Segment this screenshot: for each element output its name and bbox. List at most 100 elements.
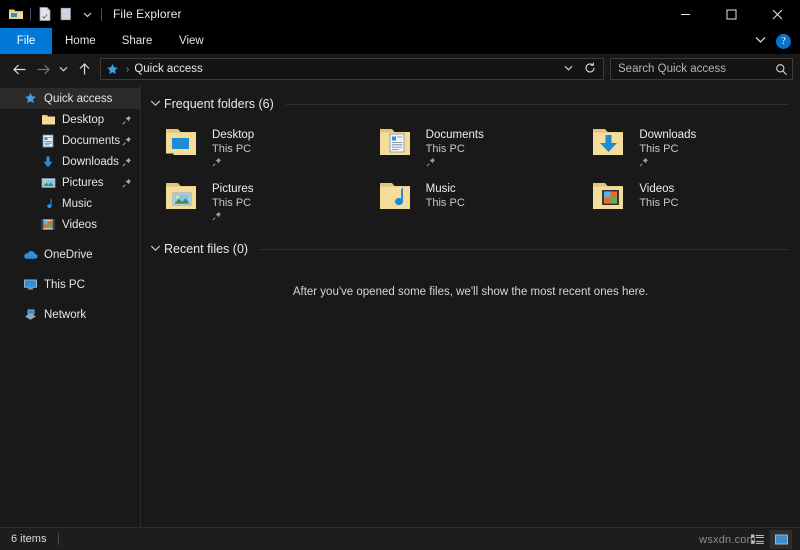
folder-location: This PC bbox=[639, 143, 679, 155]
status-separator bbox=[58, 533, 60, 545]
folder-tile-meta: Videos This PC bbox=[639, 179, 678, 210]
back-button[interactable] bbox=[7, 58, 31, 80]
ribbon-right-controls: ? bbox=[755, 28, 800, 54]
sidebar-item-pictures[interactable]: Pictures bbox=[0, 172, 140, 193]
sidebar-item-documents[interactable]: Documents bbox=[0, 130, 140, 151]
explorer-icon[interactable] bbox=[7, 5, 25, 23]
folder-music-icon bbox=[377, 179, 421, 219]
pin-icon bbox=[122, 115, 132, 125]
quick-access-star-icon bbox=[106, 63, 119, 76]
ribbon-tab-bar: File Home Share View ? bbox=[0, 28, 800, 54]
folder-name: Music bbox=[425, 183, 456, 195]
group-divider bbox=[285, 103, 788, 105]
chevron-down-icon[interactable] bbox=[150, 244, 164, 255]
address-history-chevron-icon[interactable] bbox=[558, 64, 579, 74]
tab-view[interactable]: View bbox=[165, 28, 217, 54]
folder-location: This PC bbox=[639, 197, 679, 209]
new-folder-icon[interactable] bbox=[57, 5, 75, 23]
sidebar-label: Pictures bbox=[62, 176, 104, 189]
folder-name: Pictures bbox=[212, 183, 254, 195]
folder-tile-pictures[interactable]: Pictures This PC bbox=[159, 175, 373, 229]
minimize-button[interactable] bbox=[662, 0, 708, 28]
folder-location: This PC bbox=[425, 197, 465, 209]
sidebar-label: OneDrive bbox=[44, 248, 93, 261]
group-title: Recent files (0) bbox=[164, 242, 249, 256]
properties-icon[interactable] bbox=[36, 5, 54, 23]
group-divider bbox=[260, 248, 788, 250]
refresh-icon[interactable] bbox=[579, 62, 601, 77]
this-pc-monitor-icon bbox=[22, 277, 38, 293]
folder-tile-meta: Documents This PC bbox=[426, 125, 484, 171]
tab-file[interactable]: File bbox=[0, 28, 52, 54]
file-explorer-window: File Explorer File Home Share View ? › Q… bbox=[0, 0, 800, 550]
pin-icon bbox=[426, 157, 484, 171]
folder-tile-music[interactable]: Music This PC bbox=[373, 175, 587, 229]
chevron-down-icon[interactable] bbox=[755, 36, 766, 47]
help-icon[interactable]: ? bbox=[776, 33, 791, 49]
folder-tile-desktop[interactable]: Desktop This PC bbox=[159, 121, 373, 175]
title-bar: File Explorer bbox=[0, 0, 800, 28]
pin-icon bbox=[122, 136, 132, 146]
large-icons-view-icon[interactable] bbox=[770, 529, 792, 549]
sidebar-item-videos[interactable]: Videos bbox=[0, 214, 140, 235]
sidebar-item-this-pc[interactable]: This PC bbox=[0, 274, 140, 295]
folder-name: Desktop bbox=[212, 129, 255, 141]
group-header-frequent-folders[interactable]: Frequent folders (6) bbox=[141, 93, 800, 115]
customize-dropdown-icon[interactable] bbox=[78, 5, 96, 23]
quick-access-toolbar bbox=[0, 5, 104, 23]
chevron-down-icon[interactable] bbox=[150, 99, 164, 110]
sidebar-item-music[interactable]: Music bbox=[0, 193, 140, 214]
sidebar-item-quick-access[interactable]: Quick access bbox=[0, 88, 140, 109]
explorer-body: Quick access Desktop Documents Downloads… bbox=[0, 84, 800, 527]
view-mode-buttons bbox=[746, 529, 794, 549]
sidebar-label: Videos bbox=[62, 218, 97, 231]
folder-name: Downloads bbox=[639, 129, 697, 141]
sidebar-item-downloads[interactable]: Downloads bbox=[0, 151, 140, 172]
sidebar-gap-3 bbox=[0, 295, 140, 304]
tab-share[interactable]: Share bbox=[109, 28, 166, 54]
details-view-icon[interactable] bbox=[746, 530, 768, 549]
sidebar-label: Music bbox=[62, 197, 93, 210]
folder-plain-icon bbox=[40, 112, 56, 128]
folder-pictures-icon bbox=[163, 179, 207, 219]
folder-documents-icon bbox=[377, 125, 421, 165]
recent-files-empty-message: After you've opened some files, we'll sh… bbox=[292, 286, 649, 298]
sidebar-item-network[interactable]: Network bbox=[0, 304, 140, 325]
music-note-icon bbox=[40, 196, 56, 212]
group-header-recent-files[interactable]: Recent files (0) bbox=[141, 238, 800, 260]
tab-home[interactable]: Home bbox=[52, 28, 109, 54]
sidebar-label: Quick access bbox=[44, 92, 113, 105]
sidebar-item-desktop[interactable]: Desktop bbox=[0, 109, 140, 130]
sidebar-label: Network bbox=[44, 308, 87, 321]
sidebar-label: Desktop bbox=[62, 113, 105, 126]
search-box[interactable] bbox=[610, 58, 793, 80]
address-bar-row: › Quick access bbox=[0, 54, 800, 84]
address-bar-right bbox=[558, 62, 601, 77]
folder-tile-documents[interactable]: Documents This PC bbox=[373, 121, 587, 175]
recent-locations-dropdown[interactable] bbox=[55, 58, 72, 80]
toolbar-separator bbox=[30, 7, 31, 21]
navigation-pane: Quick access Desktop Documents Downloads… bbox=[0, 84, 141, 527]
folder-videos-icon bbox=[590, 179, 634, 219]
search-input[interactable] bbox=[618, 63, 775, 75]
sidebar-label: Documents bbox=[62, 134, 121, 147]
sidebar-item-onedrive[interactable]: OneDrive bbox=[0, 244, 140, 265]
maximize-button[interactable] bbox=[708, 0, 754, 28]
onedrive-cloud-icon bbox=[22, 247, 38, 263]
address-bar[interactable]: › Quick access bbox=[100, 58, 604, 80]
content-pane: Frequent folders (6) Desktop This PC Doc… bbox=[141, 84, 800, 527]
forward-button[interactable] bbox=[31, 58, 55, 80]
sidebar-label: This PC bbox=[44, 278, 85, 291]
close-button[interactable] bbox=[754, 0, 800, 28]
folder-tile-videos[interactable]: Videos This PC bbox=[586, 175, 800, 229]
folder-location: This PC bbox=[212, 143, 252, 155]
status-bar: 6 items bbox=[0, 527, 800, 550]
folder-desktop-icon bbox=[163, 125, 207, 165]
search-icon[interactable] bbox=[775, 63, 788, 76]
up-button[interactable] bbox=[72, 58, 96, 80]
star-icon bbox=[22, 91, 38, 107]
folder-tile-downloads[interactable]: Downloads This PC bbox=[586, 121, 800, 175]
breadcrumb-quick-access[interactable]: Quick access bbox=[134, 63, 202, 75]
folder-downloads-icon bbox=[590, 125, 634, 165]
